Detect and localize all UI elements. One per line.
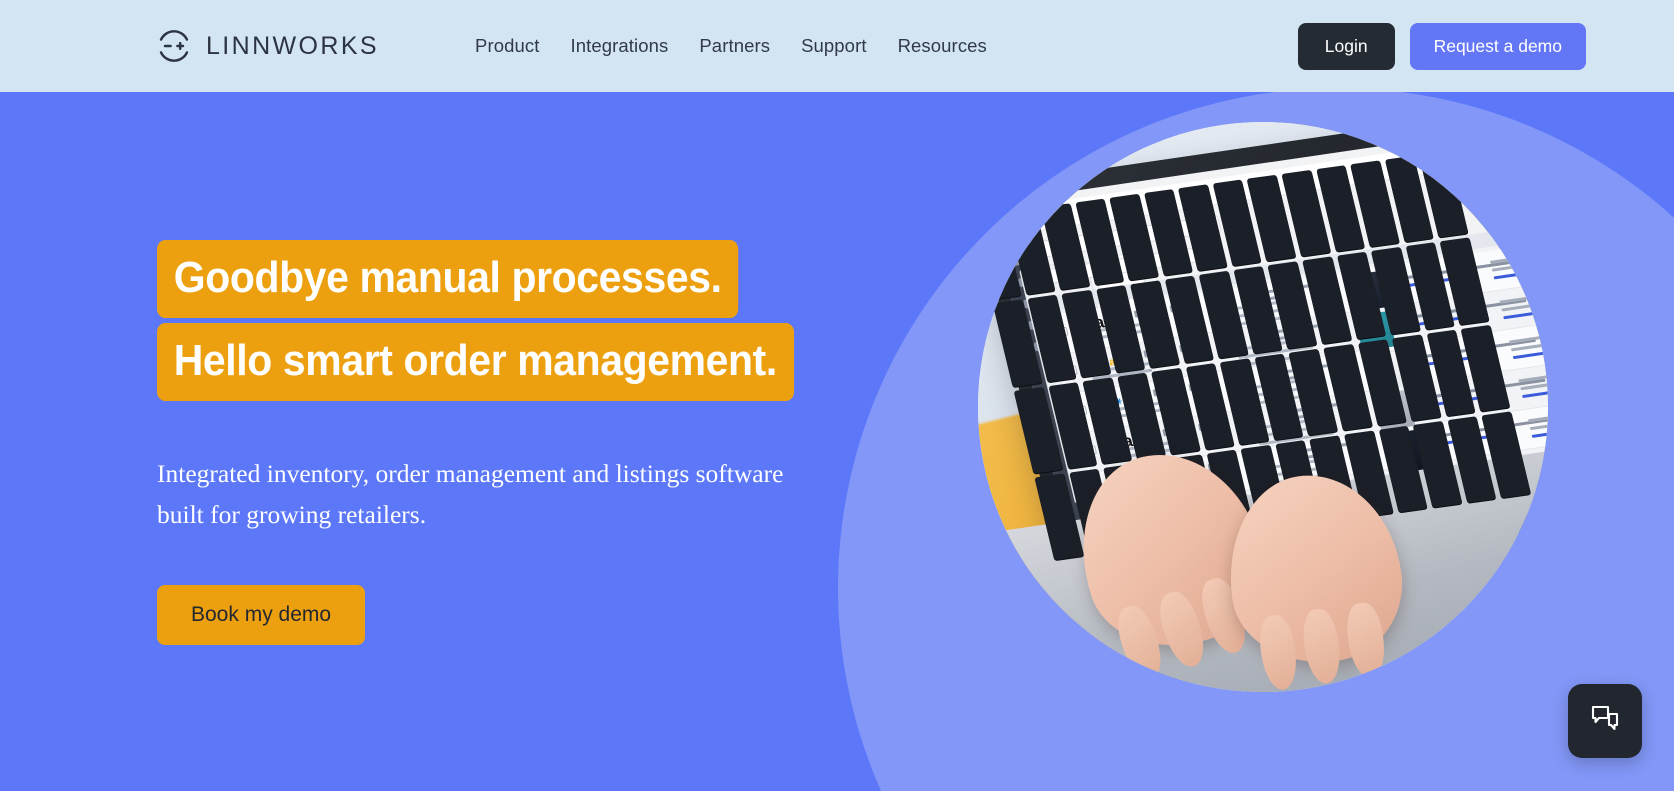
hero-subheadline: Integrated inventory, order management a… <box>157 459 784 530</box>
nav-item-product[interactable]: Product <box>475 35 539 57</box>
landing-page: LINNWORKS Product Integrations Partners … <box>0 0 1674 791</box>
hero-image: a ebay <box>978 122 1548 692</box>
nav-item-resources[interactable]: Resources <box>898 35 987 57</box>
login-button[interactable]: Login <box>1297 22 1395 70</box>
plus-minus-circle-icon <box>155 27 193 65</box>
laptop-keyboard <box>978 150 1532 561</box>
request-demo-button[interactable]: Request a demo <box>1409 22 1586 70</box>
brand-logo[interactable]: LINNWORKS <box>155 27 379 65</box>
headline-line-1: Goodbye manual processes. <box>157 240 739 318</box>
book-demo-button[interactable]: Book my demo <box>157 584 366 645</box>
hero-copy: Goodbye manual processes. Hello smart or… <box>157 240 897 645</box>
nav-item-partners[interactable]: Partners <box>699 35 770 57</box>
headline-line-2: Hello smart order management. <box>157 323 794 401</box>
nav-item-integrations[interactable]: Integrations <box>570 35 668 57</box>
header-actions: Login Request a demo <box>1297 22 1586 70</box>
nav-item-support[interactable]: Support <box>801 35 867 57</box>
chat-bubbles-icon <box>1588 702 1622 741</box>
page-title: Goodbye manual processes. Hello smart or… <box>157 240 897 401</box>
hero-section: a ebay <box>0 92 1674 791</box>
main-navigation: Product Integrations Partners Support Re… <box>475 35 987 57</box>
site-header: LINNWORKS Product Integrations Partners … <box>0 0 1674 92</box>
brand-name: LINNWORKS <box>206 31 380 60</box>
hero-photo: a ebay <box>978 122 1548 692</box>
chat-widget-button[interactable] <box>1568 684 1642 758</box>
